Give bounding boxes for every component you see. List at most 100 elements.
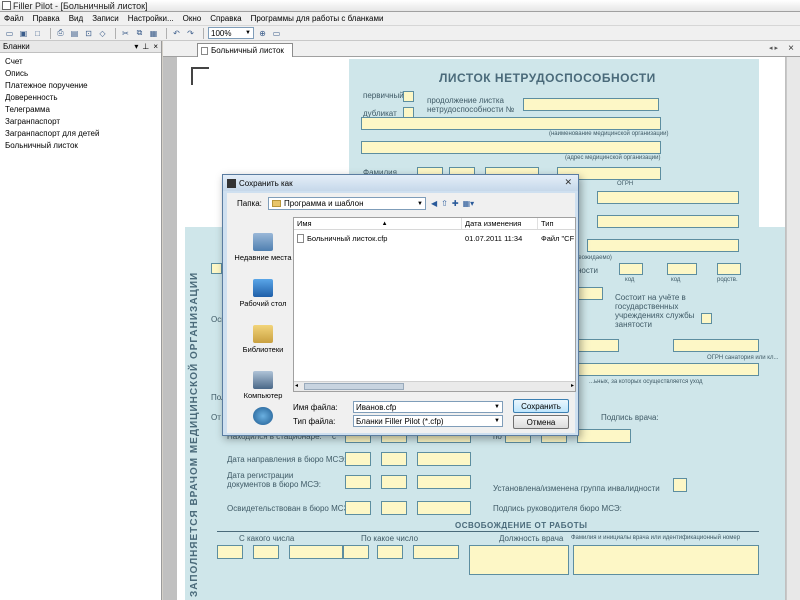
org-name-field[interactable] — [361, 117, 661, 130]
date-field[interactable] — [381, 475, 407, 489]
list-item[interactable]: Платежное поручение — [0, 80, 161, 92]
menu-window[interactable]: Окно — [183, 14, 202, 23]
clear-icon[interactable]: ◇ — [97, 28, 108, 39]
scroll-right-icon[interactable]: ▸ — [571, 382, 574, 389]
place-recent[interactable]: Недавние места — [233, 233, 293, 262]
filename-input[interactable]: Иванов.cfp ▼ — [353, 401, 503, 413]
menu-help[interactable]: Справка — [210, 14, 241, 23]
doctor-position-field[interactable] — [469, 545, 569, 575]
file-date: 01.07.2011 11:34 — [465, 233, 523, 243]
column-date[interactable]: Дата изменения — [462, 218, 538, 229]
original-checkbox[interactable] — [403, 91, 414, 102]
cancel-button[interactable]: Отмена — [513, 415, 569, 429]
view-menu-icon[interactable]: ▦▾ — [463, 199, 475, 208]
date-field[interactable] — [577, 429, 631, 443]
date-field[interactable] — [417, 452, 471, 466]
pin-icon[interactable]: ⊥ — [142, 42, 149, 51]
copy-icon[interactable]: ⧉ — [134, 28, 145, 39]
libraries-icon — [253, 325, 273, 343]
list-item[interactable]: Опись — [0, 68, 161, 80]
print-preview-icon[interactable]: ▤ — [69, 28, 80, 39]
text-field[interactable] — [673, 339, 759, 352]
column-type[interactable]: Тип — [538, 218, 574, 229]
zoom-select[interactable]: 100% ▼ — [208, 27, 254, 39]
date-field[interactable] — [345, 501, 371, 515]
fit-page-icon[interactable]: ▭ — [271, 28, 282, 39]
undo-icon[interactable]: ↶ — [171, 28, 182, 39]
disability-group-field[interactable] — [673, 478, 687, 492]
open-icon[interactable]: ▭ — [4, 28, 15, 39]
save-icon[interactable]: ▣ — [18, 28, 29, 39]
menu-settings[interactable]: Настройки... — [128, 14, 174, 23]
doctor-name-field[interactable] — [573, 545, 759, 575]
list-item[interactable]: Телеграмма — [0, 104, 161, 116]
place-network[interactable] — [233, 407, 293, 427]
redo-icon[interactable]: ↷ — [185, 28, 196, 39]
date-field[interactable] — [381, 501, 407, 515]
horizontal-scrollbar[interactable]: ◂ ▸ — [294, 381, 575, 391]
cut-icon[interactable]: ✂ — [120, 28, 131, 39]
org-address-field[interactable] — [361, 141, 661, 154]
place-desktop[interactable]: Рабочий стол — [233, 279, 293, 308]
date-field[interactable] — [413, 545, 459, 559]
text-field[interactable] — [597, 191, 739, 204]
forms-panel: Бланки ▾ ⊥ × Счет Опись Платежное поруче… — [0, 41, 162, 600]
text-field[interactable] — [573, 339, 619, 352]
close-icon[interactable]: × — [788, 43, 794, 54]
scrollbar-thumb[interactable] — [304, 383, 404, 390]
list-item[interactable]: Доверенность — [0, 92, 161, 104]
date-field[interactable] — [289, 545, 343, 559]
date-field[interactable] — [381, 452, 407, 466]
tab-sick-leave[interactable]: Больничный листок — [197, 43, 293, 57]
date-field[interactable] — [417, 475, 471, 489]
new-icon[interactable]: □ — [32, 28, 43, 39]
menu-view[interactable]: Вид — [69, 14, 83, 23]
panel-menu-icon[interactable]: ▾ — [134, 42, 138, 51]
new-folder-icon[interactable]: ✚ — [452, 199, 459, 208]
checkbox[interactable] — [211, 263, 222, 274]
list-item[interactable]: Загранпаспорт для детей — [0, 128, 161, 140]
paste-icon[interactable]: ▦ — [148, 28, 159, 39]
menu-edit[interactable]: Правка — [33, 14, 60, 23]
vertical-scrollbar[interactable] — [786, 57, 800, 600]
code-field[interactable] — [667, 263, 697, 275]
text-field[interactable] — [587, 239, 739, 252]
code-field[interactable] — [619, 263, 643, 275]
close-icon[interactable]: × — [153, 42, 158, 51]
list-item[interactable]: Счет — [0, 56, 161, 68]
list-item[interactable]: Больничный листок — [0, 140, 161, 152]
lock-icon[interactable]: ⊡ — [83, 28, 94, 39]
date-field[interactable] — [345, 475, 371, 489]
print-icon[interactable]: ⎙ — [55, 28, 66, 39]
date-field[interactable] — [217, 545, 243, 559]
column-name[interactable]: Имя ▲ — [294, 218, 462, 229]
code-field[interactable] — [717, 263, 741, 275]
checkbox[interactable] — [577, 287, 603, 300]
title-bar: Filler Pilot - [Больничный листок] — [0, 0, 800, 12]
date-field[interactable] — [377, 545, 403, 559]
continuation-number-field[interactable] — [523, 98, 659, 111]
close-icon[interactable]: ✕ — [564, 177, 572, 188]
menu-file[interactable]: Файл — [4, 14, 24, 23]
date-field[interactable] — [417, 501, 471, 515]
place-libraries[interactable]: Библиотеки — [233, 325, 293, 354]
menu-records[interactable]: Записи — [92, 14, 119, 23]
zoom-icon[interactable]: ⊕ — [257, 28, 268, 39]
employment-service-checkbox[interactable] — [701, 313, 712, 324]
save-button[interactable]: Сохранить — [513, 399, 569, 413]
place-computer[interactable]: Компьютер — [233, 371, 293, 400]
tab-scroll-icon[interactable]: ◂ ▸ — [769, 44, 778, 52]
date-field[interactable] — [345, 452, 371, 466]
folder-select[interactable]: Программа и шаблон ▼ — [268, 197, 426, 210]
date-field[interactable] — [253, 545, 279, 559]
back-icon[interactable]: ◀ — [431, 199, 437, 208]
text-field[interactable] — [597, 215, 739, 228]
filetype-select[interactable]: Бланки Filler Pilot (*.cfp) ▼ — [353, 415, 503, 427]
scroll-left-icon[interactable]: ◂ — [295, 382, 298, 389]
list-item[interactable]: Загранпаспорт — [0, 116, 161, 128]
date-field[interactable] — [343, 545, 369, 559]
up-folder-icon[interactable]: ⇧ — [441, 199, 448, 208]
file-row[interactable]: Больничный листок.cfp 01.07.2011 11:34 Ф… — [294, 232, 575, 244]
menu-form-programs[interactable]: Программы для работы с бланками — [251, 14, 384, 23]
text-field[interactable] — [573, 363, 759, 376]
